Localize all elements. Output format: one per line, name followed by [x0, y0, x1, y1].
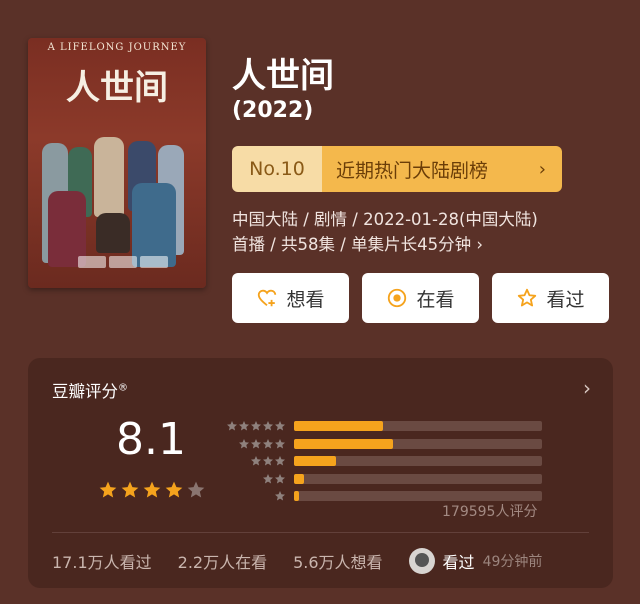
- small-star-icon: [275, 438, 285, 448]
- rating-stars: [98, 480, 206, 500]
- chevron-right-icon: ›: [538, 158, 546, 180]
- small-star-icon: [251, 421, 261, 431]
- rating-row-3-star: [224, 453, 542, 469]
- small-star-icon: [251, 438, 261, 448]
- watched-label: 看过: [546, 288, 585, 311]
- small-star-icon: [263, 421, 273, 431]
- divider: [52, 532, 589, 533]
- small-star-icon: [239, 421, 249, 431]
- rating-bar-track: [294, 473, 542, 484]
- rating-bar-track: [294, 421, 542, 431]
- my-status: 看过: [442, 553, 475, 572]
- chevron-right-icon[interactable]: ›: [583, 376, 591, 400]
- small-star-icon: [239, 438, 249, 448]
- want-label: 想看: [286, 288, 325, 311]
- action-buttons: 想看 在看 看过: [232, 273, 609, 323]
- want-count[interactable]: 5.6万人想看: [293, 549, 382, 573]
- small-star-icon: [227, 421, 237, 431]
- row-stars: [224, 490, 286, 502]
- watching-count[interactable]: 2.2万人在看: [178, 549, 267, 573]
- want-to-watch-button[interactable]: 想看: [232, 273, 349, 323]
- target-icon: [386, 287, 408, 309]
- row-stars: [224, 438, 286, 450]
- poster-image[interactable]: A LIFELONG JOURNEY 人世间: [28, 38, 206, 288]
- row-stars: [224, 455, 286, 467]
- rank-list-label: 近期热门大陆剧榜: [336, 159, 489, 182]
- watching-button[interactable]: 在看: [362, 273, 479, 323]
- rating-bar-track: [294, 491, 542, 501]
- small-star-icon: [275, 456, 285, 466]
- meta-line-2: 首播 / 共58集 / 单集片长45分钟 ›: [232, 235, 483, 254]
- rating-count: 179595人评分: [442, 504, 538, 520]
- small-star-icon: [275, 491, 285, 501]
- star-empty-icon: [187, 481, 205, 498]
- rank-badge[interactable]: No.10 近期热门大陆剧榜 ›: [232, 146, 562, 192]
- star-filled-icon: [143, 481, 161, 498]
- poster-title-cn: 人世间: [66, 68, 168, 108]
- poster-title-en: A LIFELONG JOURNEY: [47, 42, 187, 53]
- rating-row-4-star: [224, 436, 542, 452]
- small-star-icon: [275, 421, 285, 431]
- small-star-icon: [251, 456, 261, 466]
- watching-label: 在看: [416, 288, 455, 311]
- rating-bar-fill: [294, 456, 337, 466]
- small-star-icon: [263, 456, 273, 466]
- rating-distribution: [224, 418, 542, 506]
- rating-bar-fill: [294, 438, 394, 449]
- rating-bar-fill: [294, 473, 304, 484]
- star-filled-icon: [165, 481, 183, 498]
- poster-logos: [78, 252, 168, 272]
- rating-title-text: 豆瓣评分: [52, 382, 118, 401]
- rank-list-label-wrap: 近期热门大陆剧榜 ›: [322, 146, 562, 192]
- rating-title: 豆瓣评分®: [52, 378, 128, 402]
- star-outline-icon: [516, 287, 538, 309]
- rating-card[interactable]: 豆瓣评分® › 8.1 179595人评分 17.1万人看过 2.2万人在看 5…: [28, 358, 613, 588]
- star-filled-icon: [121, 481, 139, 498]
- row-stars: [224, 473, 286, 485]
- heart-plus-icon: [256, 287, 278, 309]
- show-meta[interactable]: 中国大陆 / 剧情 / 2022-01-28(中国大陆) 首播 / 共58集 /…: [232, 207, 622, 257]
- rank-number: No.10: [232, 146, 322, 192]
- rating-bar-track: [294, 456, 542, 466]
- stats-row: 17.1万人看过 2.2万人在看 5.6万人想看 看过 49分钟前: [52, 548, 592, 574]
- rating-bar-fill: [294, 421, 384, 431]
- rating-row-2-star: [224, 471, 542, 487]
- registered-mark: ®: [118, 382, 128, 394]
- rating-bar-track: [294, 438, 542, 449]
- meta-line-1: 中国大陆 / 剧情 / 2022-01-28(中国大陆): [232, 210, 538, 229]
- star-filled-icon: [99, 481, 117, 498]
- watched-button[interactable]: 看过: [492, 273, 609, 323]
- rating-score: 8.1: [116, 414, 186, 465]
- rating-row-5-star: [224, 418, 542, 434]
- rating-bar-fill: [294, 491, 299, 501]
- page-title: 人世间: [232, 56, 334, 96]
- small-star-icon: [263, 473, 273, 483]
- avatar[interactable]: [408, 548, 435, 574]
- small-star-icon: [263, 438, 273, 448]
- my-status-time: 49分钟前: [482, 554, 543, 570]
- small-star-icon: [275, 473, 285, 483]
- release-year: (2022): [232, 98, 314, 123]
- watched-count[interactable]: 17.1万人看过: [52, 549, 152, 573]
- row-stars: [224, 420, 286, 432]
